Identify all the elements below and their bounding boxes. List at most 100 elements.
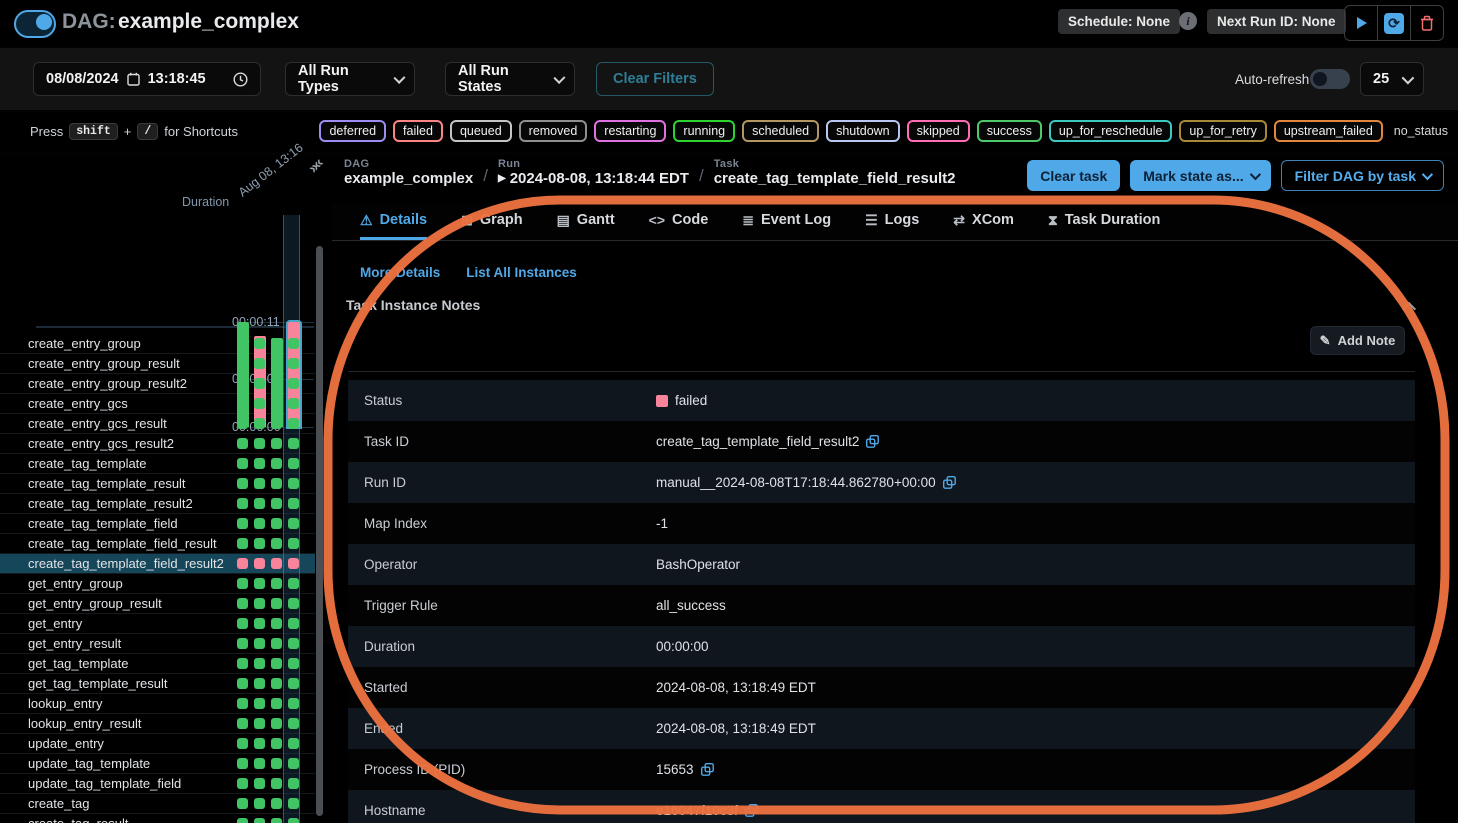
status-badge-running[interactable]: running	[673, 120, 735, 142]
status-square[interactable]	[254, 398, 265, 409]
status-square[interactable]	[254, 618, 265, 629]
tab-task-duration[interactable]: ⧗Task Duration	[1048, 203, 1160, 240]
task-row[interactable]: get_entry_result	[0, 634, 315, 654]
breadcrumb-task[interactable]: Task create_tag_template_field_result2	[714, 158, 956, 187]
status-square[interactable]	[237, 518, 248, 529]
status-badge-removed[interactable]: removed	[519, 120, 588, 142]
task-row[interactable]: get_tag_template_result	[0, 674, 315, 694]
status-square[interactable]	[271, 458, 282, 469]
tab-graph[interactable]: ⊞Graph	[461, 203, 522, 240]
status-square[interactable]	[237, 658, 248, 669]
status-square[interactable]	[271, 398, 282, 409]
tab-logs[interactable]: ☰Logs	[865, 203, 919, 240]
status-square[interactable]	[254, 578, 265, 589]
task-row[interactable]: create_tag	[0, 794, 315, 814]
status-square[interactable]	[254, 518, 265, 529]
copy-icon[interactable]	[701, 763, 714, 776]
status-badge-scheduled[interactable]: scheduled	[742, 120, 819, 142]
status-square[interactable]	[288, 678, 299, 689]
status-square[interactable]	[271, 778, 282, 789]
task-row[interactable]: get_entry_group_result	[0, 594, 315, 614]
status-square[interactable]	[254, 798, 265, 809]
status-square[interactable]	[237, 378, 248, 389]
status-square[interactable]	[254, 418, 265, 429]
status-square[interactable]	[288, 618, 299, 629]
date-time-filter[interactable]: 08/08/2024 13:18:45	[33, 62, 261, 96]
trigger-dag-button[interactable]	[1345, 6, 1378, 40]
status-square[interactable]	[271, 438, 282, 449]
task-row[interactable]: create_entry_gcs_result2	[0, 434, 315, 454]
status-square[interactable]	[288, 798, 299, 809]
status-badge-shutdown[interactable]: shutdown	[826, 120, 900, 142]
status-square[interactable]	[254, 658, 265, 669]
status-square[interactable]	[254, 638, 265, 649]
status-badge-upstream-failed[interactable]: upstream_failed	[1274, 120, 1383, 142]
status-square[interactable]	[271, 518, 282, 529]
status-square[interactable]	[288, 638, 299, 649]
tab-xcom[interactable]: ⇄XCom	[953, 203, 1014, 240]
status-square[interactable]	[271, 378, 282, 389]
copy-icon[interactable]	[866, 435, 879, 448]
breadcrumb-run[interactable]: Run ▶2024-08-08, 13:18:44 EDT	[498, 158, 689, 187]
status-square[interactable]	[288, 438, 299, 449]
status-square[interactable]	[254, 358, 265, 369]
status-square[interactable]	[254, 458, 265, 469]
copy-icon[interactable]	[943, 476, 956, 489]
status-square[interactable]	[237, 678, 248, 689]
status-square[interactable]	[254, 338, 265, 349]
status-square[interactable]	[288, 358, 299, 369]
status-square[interactable]	[254, 438, 265, 449]
status-square[interactable]	[288, 578, 299, 589]
status-square[interactable]	[288, 458, 299, 469]
task-row[interactable]: create_tag_template	[0, 454, 315, 474]
status-square[interactable]	[237, 578, 248, 589]
status-square[interactable]	[237, 558, 248, 569]
info-icon[interactable]: i	[1179, 12, 1197, 30]
status-square[interactable]	[237, 498, 248, 509]
task-row[interactable]: get_entry_group	[0, 574, 315, 594]
auto-refresh-toggle[interactable]	[1310, 69, 1350, 89]
task-row[interactable]: create_tag_result	[0, 814, 315, 823]
status-square[interactable]	[254, 498, 265, 509]
status-badge-failed[interactable]: failed	[393, 120, 443, 142]
status-square[interactable]	[254, 378, 265, 389]
status-square[interactable]	[271, 558, 282, 569]
status-square[interactable]	[288, 558, 299, 569]
status-square[interactable]	[271, 698, 282, 709]
task-row[interactable]: create_entry_gcs_result	[0, 414, 315, 434]
status-square[interactable]	[288, 718, 299, 729]
status-square[interactable]	[254, 818, 265, 823]
tab-event-log[interactable]: ≣Event Log	[742, 203, 831, 240]
task-row[interactable]: create_entry_group_result2	[0, 374, 315, 394]
status-badge-up-for-retry[interactable]: up_for_retry	[1179, 120, 1266, 142]
status-square[interactable]	[237, 798, 248, 809]
status-square[interactable]	[288, 598, 299, 609]
status-square[interactable]	[271, 498, 282, 509]
status-badge-skipped[interactable]: skipped	[907, 120, 970, 142]
status-square[interactable]	[237, 758, 248, 769]
run-states-select[interactable]: All Run States	[445, 62, 575, 96]
grid-scrollbar-thumb[interactable]	[316, 246, 323, 816]
status-badge-success[interactable]: success	[977, 120, 1042, 142]
status-badge-restarting[interactable]: restarting	[594, 120, 666, 142]
status-square[interactable]	[288, 818, 299, 823]
status-badge-queued[interactable]: queued	[450, 120, 512, 142]
status-square[interactable]	[288, 378, 299, 389]
clear-task-button[interactable]: Clear task	[1027, 160, 1120, 191]
status-square[interactable]	[254, 778, 265, 789]
tab-code[interactable]: <>Code	[649, 203, 709, 240]
status-square[interactable]	[254, 478, 265, 489]
status-square[interactable]	[271, 338, 282, 349]
tab-gantt[interactable]: ▤Gantt	[557, 203, 615, 240]
page-size-select[interactable]: 25	[1360, 62, 1424, 96]
status-square[interactable]	[237, 818, 248, 823]
status-square[interactable]	[288, 498, 299, 509]
status-square[interactable]	[237, 398, 248, 409]
status-square[interactable]	[288, 778, 299, 789]
status-square[interactable]	[271, 478, 282, 489]
status-square[interactable]	[237, 598, 248, 609]
task-row[interactable]: update_entry	[0, 734, 315, 754]
task-row[interactable]: lookup_entry_result	[0, 714, 315, 734]
status-square[interactable]	[288, 398, 299, 409]
status-square[interactable]	[254, 538, 265, 549]
